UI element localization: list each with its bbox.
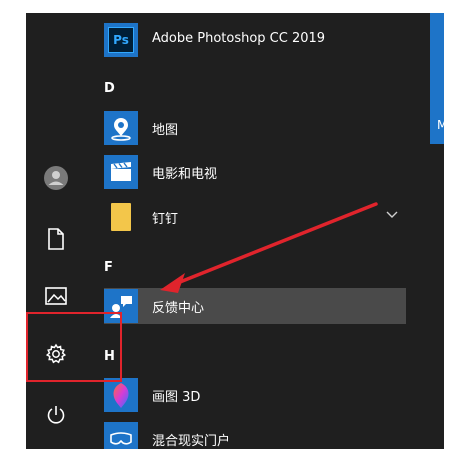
power-icon[interactable] — [40, 399, 72, 431]
app-label: 钉钉 — [152, 212, 179, 227]
app-label: 电影和电视 — [152, 167, 218, 182]
app-label: 画图 3D — [152, 390, 201, 405]
pictures-icon[interactable] — [40, 280, 72, 312]
app-photoshop[interactable]: Ps Adobe Photoshop CC 2019 — [104, 22, 406, 58]
section-header-f[interactable]: F — [104, 260, 113, 275]
clapperboard-icon — [104, 155, 138, 189]
user-avatar-icon[interactable] — [40, 162, 72, 194]
folder-icon — [104, 200, 138, 234]
photoshop-icon: Ps — [104, 23, 138, 57]
app-label: 混合现实门户 — [152, 434, 231, 449]
section-header-d[interactable]: D — [104, 81, 115, 96]
app-mixed-reality-portal[interactable]: 混合现实门户 — [104, 421, 406, 449]
document-icon[interactable] — [40, 223, 72, 255]
app-paint-3d[interactable]: 画图 3D — [104, 377, 406, 413]
map-icon — [104, 111, 138, 145]
chevron-down-icon[interactable] — [386, 211, 398, 219]
paint-3d-icon — [104, 378, 138, 412]
settings-highlight-box — [26, 312, 122, 382]
app-label: 反馈中心 — [152, 301, 205, 316]
photoshop-icon-text: Ps — [113, 33, 129, 47]
start-menu: Ps Adobe Photoshop CC 2019 D 地图 电影和电视 钉钉… — [26, 13, 444, 449]
app-label: Adobe Photoshop CC 2019 — [152, 31, 326, 46]
app-dingtalk-folder[interactable]: 钉钉 — [104, 199, 406, 235]
app-movies-tv[interactable]: 电影和电视 — [104, 154, 406, 190]
app-label: 地图 — [152, 123, 179, 138]
mixed-reality-icon — [104, 422, 138, 449]
app-feedback-hub[interactable]: 反馈中心 — [104, 288, 406, 324]
app-map[interactable]: 地图 — [104, 110, 406, 146]
live-tile-partial-label: M — [437, 118, 444, 132]
